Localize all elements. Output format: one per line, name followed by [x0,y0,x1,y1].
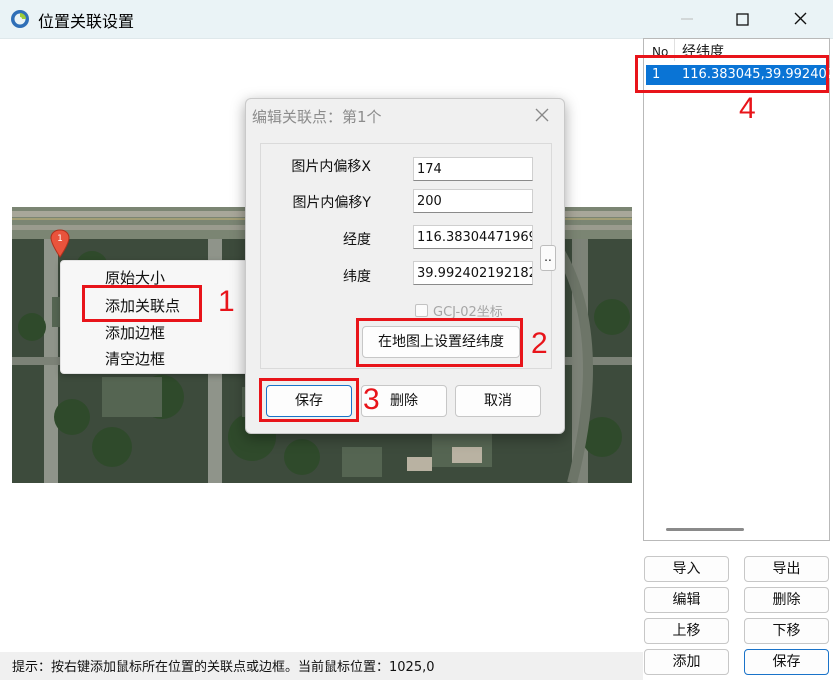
save-button[interactable]: 保存 [744,649,829,675]
status-text: 提示：按右键添加鼠标所在位置的关联点或边框。当前鼠标位置：1025,0 [12,660,435,675]
annotation-box-3 [259,378,359,422]
annotation-box-1 [82,285,202,322]
dialog-close-icon[interactable] [532,105,552,125]
horizontal-scrollbar[interactable] [666,528,744,531]
edit-button[interactable]: 编辑 [644,587,729,613]
minimize-icon[interactable] [665,6,709,32]
title-bar: 位置关联设置 [0,0,833,39]
link-point-list[interactable]: No 经纬度 1 116.383045,39.992402 [643,38,833,541]
longitude-input[interactable]: 116.383044719696 [413,225,533,249]
maximize-icon[interactable] [720,6,764,32]
map-marker-label: 1 [57,234,63,244]
offset-x-label: 图片内偏移X [291,159,371,175]
latitude-label: 纬度 [343,269,371,285]
export-button[interactable]: 导出 [744,556,829,582]
longitude-label: 经度 [343,232,371,248]
offset-y-label: 图片内偏移Y [292,195,371,211]
annotation-number-2: 2 [531,327,548,360]
menu-item-add-border[interactable]: 添加边框 [105,322,165,343]
gcj02-checkbox[interactable] [415,304,428,317]
annotation-number-3: 3 [363,383,380,416]
annotation-box-2 [356,318,523,367]
map-marker-icon[interactable]: 1 [50,229,70,259]
move-up-button[interactable]: 上移 [644,618,729,644]
close-icon[interactable] [778,6,822,32]
offset-y-input[interactable]: 200 [413,189,533,213]
annotation-number-4: 4 [739,92,756,125]
dialog-title: 编辑关联点：第1个 [252,108,382,126]
move-down-button[interactable]: 下移 [744,618,829,644]
import-button[interactable]: 导入 [644,556,729,582]
menu-item-clear-border[interactable]: 清空边框 [105,348,165,369]
window-title: 位置关联设置 [38,12,135,31]
status-bar: 提示：按右键添加鼠标所在位置的关联点或边框。当前鼠标位置：1025,0 [0,652,643,680]
offset-x-input[interactable]: 174 [413,157,533,181]
add-button[interactable]: 添加 [644,649,729,675]
annotation-box-4 [635,55,829,93]
annotation-number-1: 1 [218,285,235,318]
dialog-cancel-button[interactable]: 取消 [455,385,541,417]
latitude-input[interactable]: 39.9924021921821 [413,261,533,285]
delete-button[interactable]: 删除 [744,587,829,613]
app-logo-icon [11,10,29,28]
pick-coordinate-button[interactable]: .. [540,245,556,271]
